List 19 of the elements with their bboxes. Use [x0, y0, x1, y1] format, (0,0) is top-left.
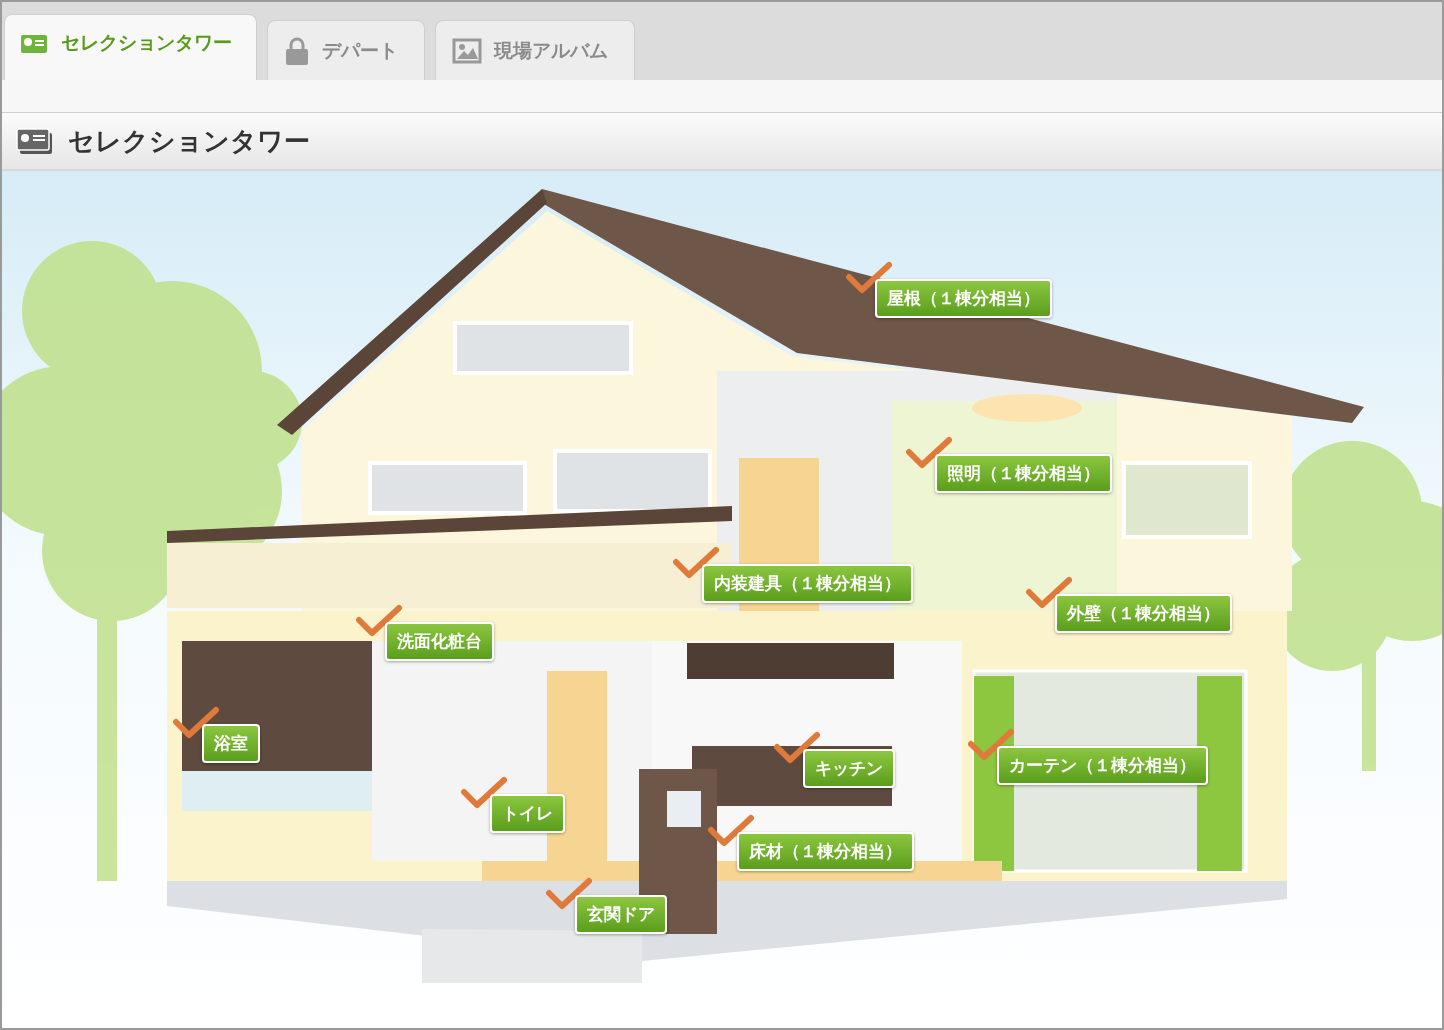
page-title: セレクションタワー	[68, 124, 310, 158]
hotspot-label[interactable]: 床材（１棟分相当）	[737, 832, 914, 871]
check-icon	[460, 776, 508, 810]
hotspot-label[interactable]: 洗面化粧台	[385, 622, 494, 661]
hotspot-label[interactable]: 玄関ドア	[575, 895, 667, 934]
image-icon	[452, 37, 482, 64]
hotspot-label[interactable]: 外壁（１棟分相当）	[1055, 594, 1232, 633]
hotspot-label[interactable]: 屋根（１棟分相当）	[875, 279, 1052, 318]
hotspot-label[interactable]: キッチン	[803, 749, 895, 788]
hotspot-label[interactable]: 内装建具（１棟分相当）	[702, 564, 913, 603]
card-icon	[16, 126, 54, 156]
tab[interactable]: 現場アルバム	[435, 20, 635, 80]
tab[interactable]: デパート	[267, 20, 425, 80]
hotspot-label[interactable]: カーテン（１棟分相当）	[997, 746, 1208, 785]
tab[interactable]: セレクションタワー	[4, 14, 257, 80]
hotspot-label[interactable]: トイレ	[490, 794, 565, 833]
hotspot-label[interactable]: 照明（１棟分相当）	[935, 454, 1112, 493]
lock-icon	[284, 35, 310, 66]
hotspot-label[interactable]: 浴室	[202, 724, 260, 763]
